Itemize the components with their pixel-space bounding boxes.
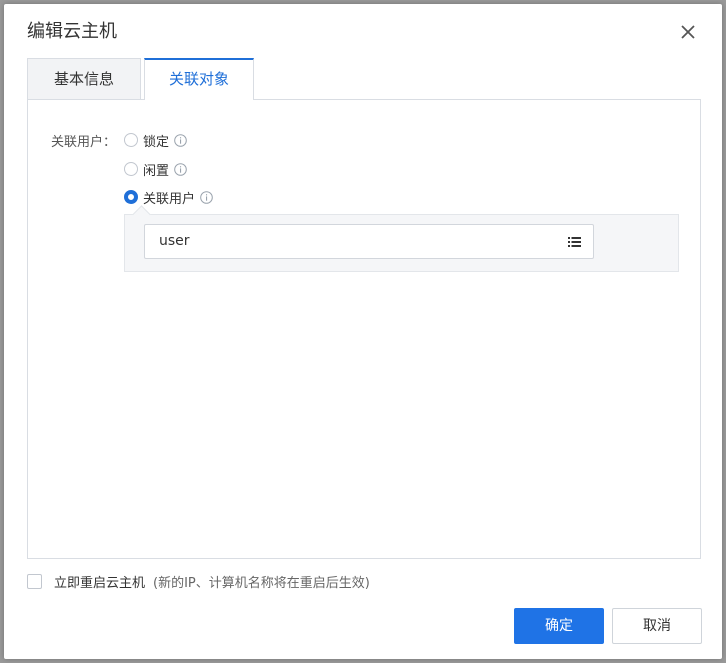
user-select-value: user: [159, 233, 190, 249]
close-icon: [681, 25, 695, 39]
list-icon[interactable]: [568, 236, 581, 248]
tab-associated-objects[interactable]: 关联对象: [144, 58, 254, 100]
radio-option-idle[interactable]: 闲置: [124, 160, 187, 179]
cancel-button[interactable]: 取消: [612, 608, 702, 644]
radio-option-locked[interactable]: 锁定: [124, 131, 187, 150]
close-button[interactable]: [678, 22, 698, 42]
popover-arrow: [132, 205, 151, 224]
restart-label: 立即重启云主机: [54, 575, 146, 591]
info-icon[interactable]: [174, 162, 187, 176]
radio-option-associated-user[interactable]: 关联用户: [124, 188, 213, 207]
restart-checkbox[interactable]: [27, 573, 42, 589]
radio-option-label: 闲置: [143, 163, 170, 179]
radio-option-label: 锁定: [143, 134, 170, 150]
info-icon[interactable]: [200, 190, 213, 204]
edit-instance-dialog: 编辑云主机 基本信息 关联对象 关联用户： 锁定 闲置 关联用户 user 立即…: [4, 4, 722, 659]
restart-hint: (新的IP、计算机名称将在重启后生效): [153, 575, 370, 591]
user-select-input[interactable]: user: [144, 224, 594, 259]
tab-basic-info[interactable]: 基本信息: [27, 58, 141, 99]
info-icon[interactable]: [174, 133, 187, 147]
restart-option-row: 立即重启云主机 (新的IP、计算机名称将在重启后生效): [27, 571, 370, 591]
radio-button[interactable]: [124, 162, 138, 176]
dialog-title: 编辑云主机: [27, 21, 117, 42]
associated-user-field-label: 关联用户：: [51, 135, 117, 150]
tab-panel-associated-objects: 关联用户： 锁定 闲置 关联用户 user: [27, 99, 701, 559]
associated-user-box: user: [124, 205, 679, 272]
confirm-button[interactable]: 确定: [514, 608, 604, 644]
radio-option-label: 关联用户: [143, 191, 196, 207]
tab-bar: 基本信息 关联对象: [27, 58, 702, 100]
radio-button-selected[interactable]: [124, 190, 138, 204]
radio-button[interactable]: [124, 133, 138, 147]
